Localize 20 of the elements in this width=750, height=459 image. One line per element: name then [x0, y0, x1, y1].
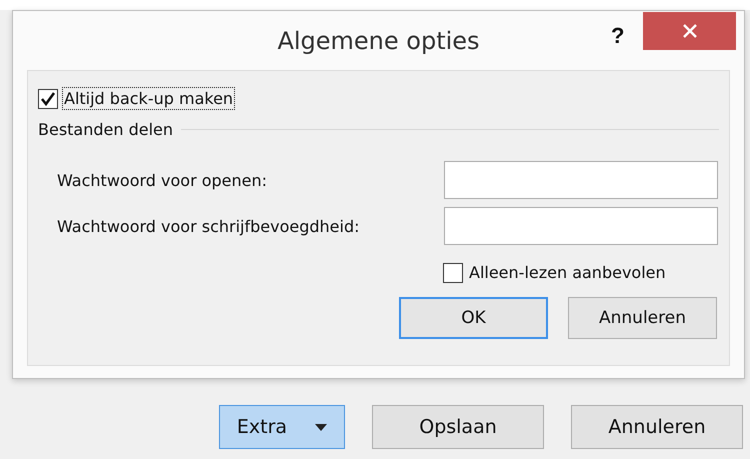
dialog-button[interactable]: OK	[399, 296, 548, 338]
checkbox-label: Alleen-lezen aanbevolen	[468, 262, 667, 284]
checkmark-icon	[40, 90, 56, 106]
password-field[interactable]	[444, 161, 718, 199]
help-button[interactable]: ?	[605, 23, 630, 49]
close-icon	[682, 23, 698, 39]
field-label: Wachtwoord voor schrijfbevoegdheid:	[57, 216, 360, 236]
window-title: Algemene opties	[277, 27, 480, 55]
field-label: Wachtwoord voor openen:	[57, 170, 268, 190]
close-button[interactable]	[643, 12, 736, 50]
footer-button[interactable]: Annuleren	[571, 405, 743, 449]
checkbox-label: Altijd back-up maken	[62, 87, 236, 110]
footer-button[interactable]: Opslaan	[372, 405, 544, 449]
group-label: Bestanden delen	[38, 120, 174, 139]
checkbox[interactable]	[443, 262, 463, 282]
dropdown-caret-icon	[315, 424, 328, 430]
password-field[interactable]	[444, 207, 718, 245]
dialog-button[interactable]: Annuleren	[568, 296, 717, 338]
checkbox[interactable]	[38, 88, 58, 108]
split-button[interactable]: Extra	[219, 405, 345, 449]
